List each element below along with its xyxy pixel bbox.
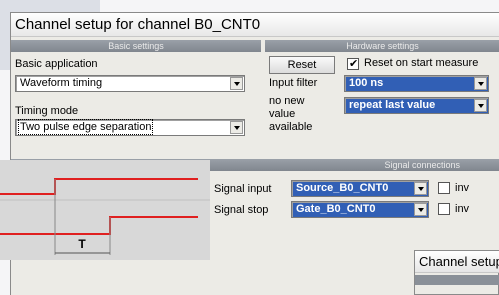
signal-input-inv-label: inv: [455, 182, 470, 194]
signal-stop-inv-label: inv: [455, 203, 470, 215]
chevron-down-icon[interactable]: [230, 77, 243, 90]
chevron-down-icon[interactable]: [414, 203, 427, 216]
no-new-value-label-line3: available: [269, 121, 313, 133]
signal-stop-select[interactable]: Gate_B0_CNT0: [291, 201, 429, 218]
no-new-value-select[interactable]: repeat last value: [344, 97, 489, 114]
background-window-strip: [415, 275, 499, 285]
timing-mode-select[interactable]: Two pulse edge separation: [15, 119, 245, 136]
chevron-down-icon[interactable]: [230, 121, 243, 134]
chevron-down-icon[interactable]: [414, 182, 427, 195]
signal-input-select[interactable]: Source_B0_CNT0: [291, 180, 429, 197]
signal-stop-label: Signal stop: [214, 204, 269, 216]
diagram-background: [0, 160, 210, 260]
chevron-down-icon[interactable]: [474, 77, 487, 90]
hardware-settings-header: Hardware settings: [265, 40, 499, 52]
basic-settings-header: Basic settings: [11, 40, 261, 52]
input-filter-value: 100 ns: [349, 77, 384, 89]
no-new-value-value: repeat last value: [349, 99, 436, 111]
reset-on-start-checkbox[interactable]: [347, 57, 359, 70]
no-new-value-label-line2: value: [269, 108, 296, 120]
input-filter-label: Input filter: [269, 77, 318, 89]
signal-input-value: Source_B0_CNT0: [296, 182, 389, 194]
signal-stop-inv-checkbox[interactable]: [438, 203, 450, 215]
basic-application-select[interactable]: Waveform timing: [15, 75, 245, 92]
basic-application-value: Waveform timing: [20, 77, 103, 89]
window-title: Channel setup for channel B0_CNT0: [15, 16, 261, 33]
signal-input-inv-checkbox[interactable]: [438, 182, 450, 194]
window-titlebar[interactable]: Channel setup for channel B0_CNT0: [11, 13, 499, 37]
timing-mode-label: Timing mode: [15, 105, 79, 117]
background-window-title: Channel setup: [419, 254, 499, 269]
input-filter-select[interactable]: 100 ns: [344, 75, 489, 92]
basic-application-label: Basic application: [15, 58, 98, 70]
background-window-titlebar[interactable]: Channel setup: [415, 251, 499, 273]
reset-button[interactable]: Reset: [269, 56, 335, 74]
signal-stop-value: Gate_B0_CNT0: [296, 203, 376, 215]
background-channel-setup-window[interactable]: Channel setup: [414, 250, 499, 295]
timing-mode-value: Two pulse edge separation: [17, 119, 154, 135]
duration-label: T: [78, 237, 86, 251]
timing-diagram: T: [0, 160, 210, 260]
reset-on-start-label: Reset on start measure: [364, 57, 479, 69]
no-new-value-label-line1: no new: [269, 95, 305, 107]
signal-input-label: Signal input: [214, 183, 272, 195]
chevron-down-icon[interactable]: [474, 99, 487, 112]
